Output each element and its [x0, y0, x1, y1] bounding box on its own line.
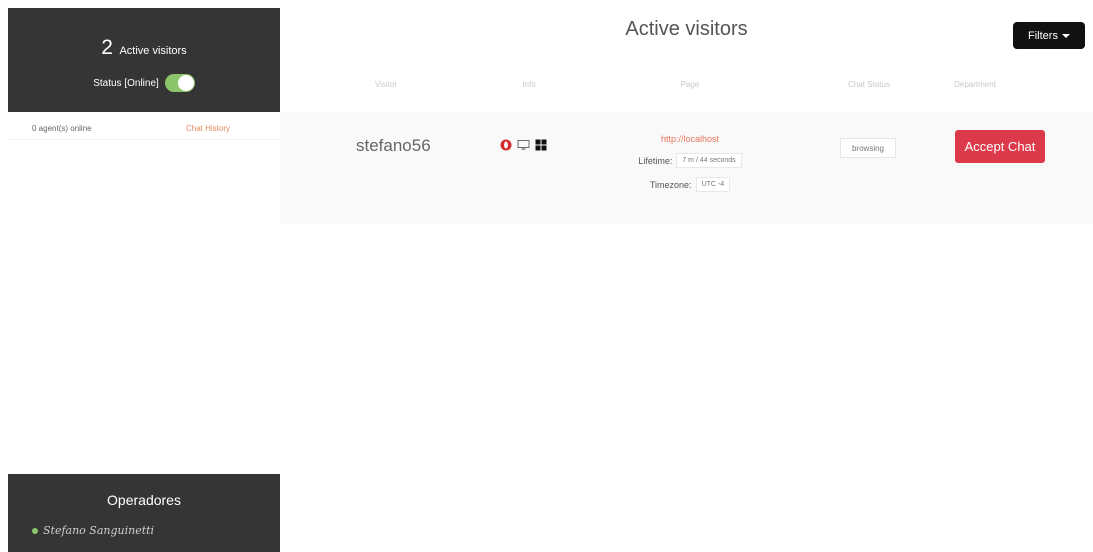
page-url-link[interactable]: http://localhost	[610, 134, 770, 144]
main-panel: Active visitors Filters Visitor Info Pag…	[280, 0, 1093, 552]
column-header-page: Page	[680, 80, 700, 89]
filters-button[interactable]: Filters	[1013, 22, 1085, 49]
column-header-visitor: Visitor	[374, 80, 398, 89]
column-header-department: Department	[954, 80, 996, 89]
status-line: Status [Online]	[8, 74, 280, 92]
sidebar: 2 Active visitors Status [Online] 0 agen…	[8, 8, 280, 552]
operators-title: Operadores	[107, 492, 181, 508]
table-header: Visitor Info Page Chat Status Department	[280, 80, 1093, 96]
agents-bar: 0 agent(s) online Chat History	[8, 112, 280, 140]
opera-browser-icon	[500, 138, 512, 156]
desktop-icon	[517, 138, 530, 156]
lifetime-label: Lifetime:	[638, 155, 673, 166]
column-header-chat-status: Chat Status	[848, 80, 890, 89]
sidebar-header: 2 Active visitors Status [Online]	[8, 8, 280, 112]
caret-down-icon	[1061, 33, 1070, 38]
operators-panel: Operadores Stefano Sanguinetti	[8, 474, 280, 552]
active-visitors-summary: 2 Active visitors	[8, 36, 280, 60]
chat-history-link[interactable]: Chat History	[186, 124, 230, 133]
timezone-label: Timezone:	[649, 179, 692, 190]
visitor-page-info: http://localhost Lifetime: 7 m / 44 seco…	[610, 134, 770, 192]
visitor-name: stefano56	[356, 136, 431, 155]
toggle-knob	[177, 75, 194, 91]
lifetime-value: 7 m / 44 seconds	[676, 153, 742, 168]
table-row: stefano56 http://localhost Lifetime: 7 m…	[280, 112, 1093, 224]
page-title: Active visitors	[625, 18, 748, 40]
visitor-info	[500, 138, 547, 156]
accept-chat-button[interactable]: Accept Chat	[955, 130, 1045, 163]
active-visitors-count: 2	[101, 36, 113, 59]
active-visitors-label: Active visitors	[119, 45, 187, 57]
online-status-icon	[32, 527, 38, 534]
operator-name: Stefano Sanguinetti	[43, 524, 155, 537]
status-label: Status [Online]	[93, 77, 159, 89]
timezone-line: Timezone: UTC -4	[610, 177, 770, 192]
timezone-value: UTC -4	[695, 177, 731, 192]
lifetime-line: Lifetime: 7 m / 44 seconds	[610, 153, 770, 168]
column-header-info: Info	[522, 80, 536, 89]
agents-online-text: 0 agent(s) online	[32, 124, 92, 133]
chat-status-badge: browsing	[840, 138, 896, 158]
status-toggle[interactable]	[164, 74, 195, 92]
filters-label: Filters	[1028, 29, 1058, 42]
windows-icon	[535, 138, 547, 156]
operator-item[interactable]: Stefano Sanguinetti	[32, 524, 154, 537]
